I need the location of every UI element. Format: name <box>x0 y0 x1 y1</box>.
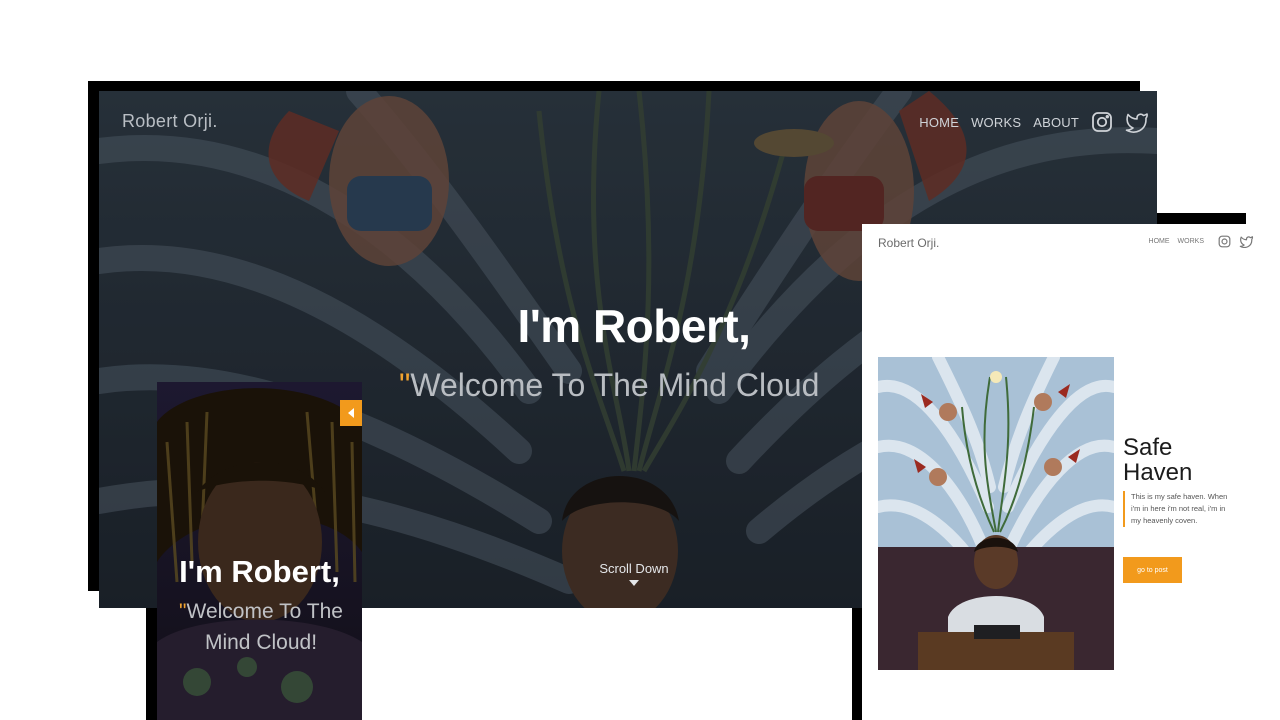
instagram-icon[interactable] <box>1218 235 1231 248</box>
caret-left-icon <box>348 408 354 418</box>
post-artwork[interactable] <box>878 357 1114 670</box>
main-nav: HOME WORKS ABOUT <box>919 111 1148 133</box>
twitter-icon[interactable] <box>1125 111 1148 133</box>
nav-works[interactable]: WORKS <box>971 115 1021 130</box>
nav-home[interactable]: HOME <box>919 115 959 130</box>
hero-subtitle: "Welcome To The Mind Cloud <box>399 367 819 404</box>
main-nav: HOME WORKS <box>1149 235 1254 249</box>
post-excerpt: This is my safe haven. When i'm in here … <box>1123 491 1235 527</box>
quote-mark: " <box>179 600 187 623</box>
hero-subtitle-text: Welcome To The Mind Cloud <box>410 367 820 403</box>
quote-mark: " <box>399 367 411 403</box>
mobile-hero-title: I'm Robert, <box>179 554 340 589</box>
instagram-icon[interactable] <box>1091 111 1113 133</box>
mobile-mockup: I'm Robert, "Welcome To The Mind Cloud! <box>157 382 362 720</box>
nav-home[interactable]: HOME <box>1149 238 1170 245</box>
go-to-post-button[interactable]: go to post <box>1123 557 1182 583</box>
mobile-hero-subtitle: "Welcome To The Mind Cloud! <box>165 596 357 658</box>
caret-down-icon <box>629 580 639 586</box>
nav-about[interactable]: ABOUT <box>1033 115 1079 130</box>
site-logo[interactable]: Robert Orji. <box>122 111 218 132</box>
nav-works[interactable]: WORKS <box>1178 238 1204 245</box>
menu-toggle-button[interactable] <box>340 400 362 426</box>
tablet-mockup: Robert Orji. HOME WORKS Safe Haven This … <box>862 224 1266 720</box>
mobile-hero-portrait <box>157 382 362 720</box>
site-logo[interactable]: Robert Orji. <box>878 236 939 250</box>
post-title: Safe Haven <box>1123 434 1193 486</box>
mobile-hero-subtitle-text: Welcome To The Mind Cloud! <box>186 600 343 654</box>
twitter-icon[interactable] <box>1239 235 1254 249</box>
